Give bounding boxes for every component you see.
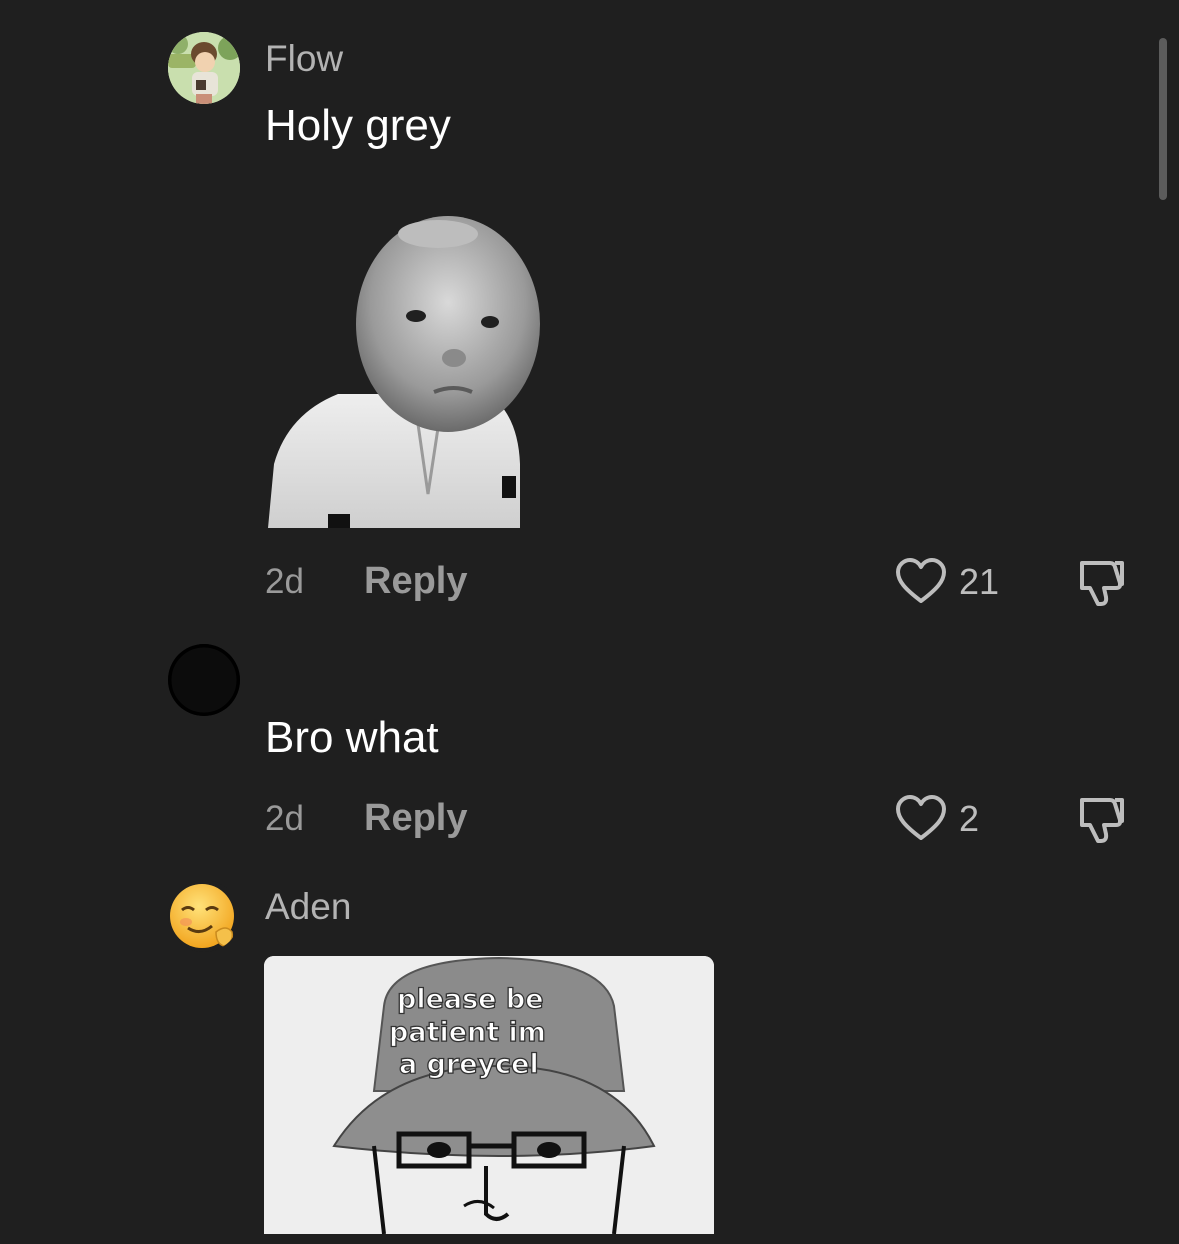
svg-text:please be: please be xyxy=(397,984,544,1015)
dislike-button[interactable] xyxy=(1074,794,1128,844)
svg-text:a greycel: a greycel xyxy=(399,1049,539,1080)
like-count: 21 xyxy=(959,561,1000,602)
like-button[interactable] xyxy=(895,557,947,605)
like-count: 2 xyxy=(959,798,980,839)
like-button[interactable] xyxy=(895,794,947,842)
black-circle-avatar-icon xyxy=(168,644,240,716)
heart-icon xyxy=(896,795,946,840)
avatar[interactable] xyxy=(168,644,240,716)
dislike-button[interactable] xyxy=(1074,557,1128,607)
comment-text: Bro what xyxy=(265,713,439,762)
grey-baby-sticker[interactable] xyxy=(268,214,540,528)
username[interactable]: Aden xyxy=(265,888,351,925)
thumbs-down-icon xyxy=(1080,798,1124,843)
greycel-cap-meme[interactable]: please be patient im a greycel xyxy=(264,956,714,1234)
reply-button[interactable]: Reply xyxy=(364,799,467,837)
cartoon-character-avatar-icon xyxy=(168,32,240,104)
heart-icon xyxy=(896,558,946,603)
comment-time: 2d xyxy=(265,799,304,838)
comment-text: Holy grey xyxy=(265,101,451,150)
svg-text:patient im: patient im xyxy=(389,1017,546,1048)
comment-time: 2d xyxy=(265,562,304,601)
avatar[interactable] xyxy=(168,880,240,952)
scrollbar[interactable] xyxy=(1159,38,1167,200)
smirking-emoji-avatar-icon xyxy=(170,884,234,948)
meme-caption: please be patient im a greycel xyxy=(388,983,546,1080)
reply-button[interactable]: Reply xyxy=(364,562,467,600)
thumbs-down-icon xyxy=(1080,561,1124,606)
avatar[interactable] xyxy=(168,32,240,104)
username[interactable]: Flow xyxy=(265,40,343,77)
